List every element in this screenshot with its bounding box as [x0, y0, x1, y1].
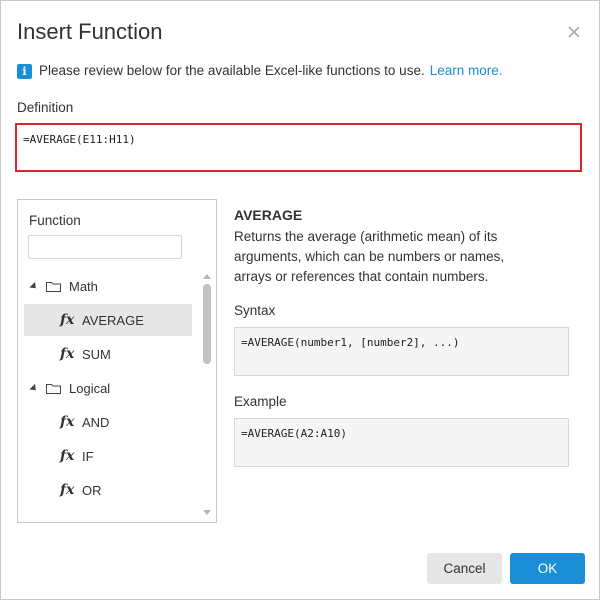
tree-item-label: IF — [82, 448, 94, 464]
info-message: i Please review below for the available … — [17, 62, 503, 80]
fx-icon: fx — [60, 482, 75, 498]
tree-scrollbar[interactable] — [200, 270, 214, 520]
tree-item-label: SUM — [82, 346, 111, 362]
expand-triangle-icon[interactable] — [29, 383, 39, 393]
function-description: Returns the average (arithmetic mean) of… — [234, 229, 505, 284]
tree-group-math[interactable]: Math — [28, 270, 198, 302]
info-icon: i — [17, 63, 32, 79]
dialog-title: Insert Function — [17, 19, 163, 44]
learn-more-link[interactable]: Learn more. — [430, 62, 503, 80]
scroll-down-arrow-icon[interactable] — [203, 510, 211, 515]
expand-triangle-icon[interactable] — [29, 281, 39, 291]
function-label: Function — [29, 213, 81, 228]
scroll-thumb[interactable] — [203, 284, 211, 364]
ok-button[interactable]: OK — [510, 553, 585, 584]
close-icon[interactable] — [567, 25, 581, 39]
tree-item-average[interactable]: fx AVERAGE — [24, 304, 192, 336]
fx-icon: fx — [60, 346, 75, 362]
cancel-button[interactable]: Cancel — [427, 553, 502, 584]
definition-field[interactable]: =AVERAGE(E11:H11) — [15, 123, 582, 172]
tree-item-label: AVERAGE — [82, 312, 144, 328]
folder-icon — [46, 383, 61, 394]
example-box: =AVERAGE(A2:A10) — [234, 418, 569, 467]
tree-item-label: OR — [82, 482, 102, 498]
tree-item-label: AND — [82, 414, 110, 430]
insert-function-dialog: Insert Function i Please review below fo… — [0, 0, 600, 600]
tree-item-if[interactable]: fx IF — [24, 440, 192, 472]
fx-icon: fx — [60, 414, 75, 430]
tree-item-or[interactable]: fx OR — [24, 474, 192, 506]
folder-icon — [46, 281, 61, 292]
tree-item-sum[interactable]: fx SUM — [24, 338, 192, 370]
fx-icon: fx — [60, 448, 75, 464]
definition-label: Definition — [17, 100, 74, 115]
syntax-label: Syntax — [234, 303, 276, 318]
info-text: Please review below for the available Ex… — [39, 63, 425, 78]
scroll-up-arrow-icon[interactable] — [203, 274, 211, 279]
tree-group-label: Logical — [69, 380, 111, 396]
function-name: AVERAGE — [234, 207, 303, 223]
tree-group-label: Math — [69, 278, 98, 294]
tree-item-and[interactable]: fx AND — [24, 406, 192, 438]
tree-group-logical[interactable]: Logical — [28, 372, 198, 404]
function-panel: Function Math fx AVERAGE fx SUM Logical … — [17, 199, 217, 523]
fx-icon: fx — [60, 312, 75, 328]
example-label: Example — [234, 394, 287, 409]
function-search-input[interactable] — [28, 235, 182, 259]
syntax-box: =AVERAGE(number1, [number2], ...) — [234, 327, 569, 376]
